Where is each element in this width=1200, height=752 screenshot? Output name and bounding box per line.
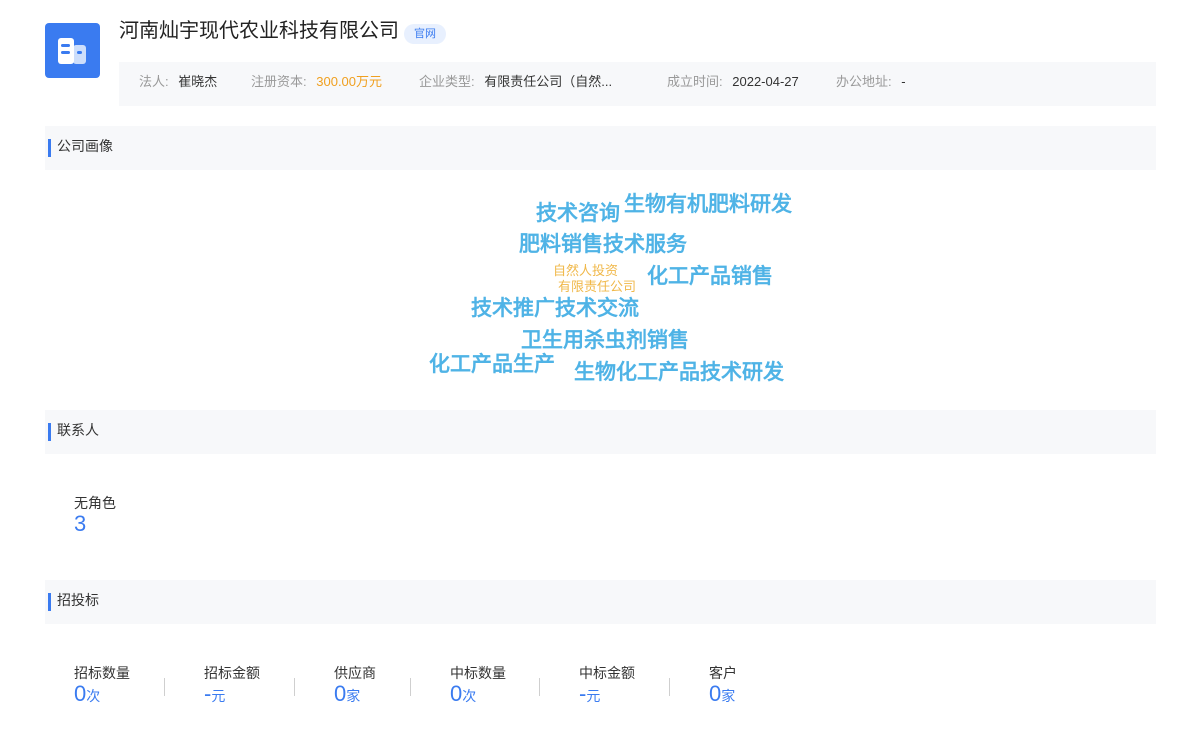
company-type: 企业类型: 有限责任公司（自然... xyxy=(419,62,612,106)
office-address: 办公地址: - xyxy=(836,62,906,106)
contacts-section-header: 联系人 xyxy=(45,410,1156,454)
tender-count-value[interactable]: 0次 xyxy=(74,683,100,705)
stat-unit: 次 xyxy=(462,688,477,704)
cloud-word[interactable]: 自然人投资 xyxy=(553,264,618,277)
stat-number: 0 xyxy=(74,681,87,706)
tender-amount-value[interactable]: -元 xyxy=(204,683,225,705)
company-name: 河南灿宇现代农业科技有限公司 xyxy=(119,20,399,42)
stat-unit: 家 xyxy=(346,688,361,704)
stat-unit: 元 xyxy=(211,688,226,704)
tender-count-label: 招标数量 xyxy=(74,665,130,681)
stat-divider xyxy=(164,678,165,696)
company-info-bar: 法人: 崔晓杰 注册资本: 300.00万元 企业类型: 有限责任公司（自然..… xyxy=(119,62,1156,106)
official-site-badge[interactable]: 官网 xyxy=(404,24,446,44)
bidding-section-title: 招投标 xyxy=(57,592,99,608)
bidding-section-header: 招投标 xyxy=(45,580,1156,624)
role-label: 无角色 xyxy=(74,495,116,511)
cloud-word[interactable]: 卫生用杀虫剂销售 xyxy=(521,330,689,351)
company-logo xyxy=(45,23,100,78)
legal-rep: 法人: 崔晓杰 xyxy=(139,62,217,106)
cloud-word[interactable]: 生物有机肥料研发 xyxy=(624,194,792,215)
section-accent-bar xyxy=(48,139,51,157)
stat-number: 0 xyxy=(334,681,347,706)
stat-unit: 家 xyxy=(721,688,736,704)
tender-amount-label: 招标金额 xyxy=(204,665,260,681)
stat-divider xyxy=(410,678,411,696)
role-count[interactable]: 3 xyxy=(74,513,86,535)
address-label: 办公地址: xyxy=(836,74,892,89)
capital-label: 注册资本: xyxy=(251,74,307,89)
portrait-section-header: 公司画像 xyxy=(45,126,1156,170)
registered-capital: 注册资本: 300.00万元 xyxy=(251,62,382,106)
stat-divider xyxy=(294,678,295,696)
section-accent-bar xyxy=(48,593,51,611)
cloud-word[interactable]: 化工产品销售 xyxy=(647,266,773,287)
capital-value: 300.00万元 xyxy=(316,74,383,89)
founded-label: 成立时间: xyxy=(667,74,723,89)
customer-value[interactable]: 0家 xyxy=(709,683,735,705)
cloud-word[interactable]: 化工产品生产 xyxy=(429,354,555,375)
customer-label: 客户 xyxy=(709,665,737,681)
company-type-label: 企业类型: xyxy=(419,74,475,89)
company-type-value: 有限责任公司（自然... xyxy=(484,74,613,89)
cloud-word[interactable]: 技术咨询 xyxy=(536,203,620,224)
contacts-section-title: 联系人 xyxy=(57,422,99,438)
win-count-value[interactable]: 0次 xyxy=(450,683,476,705)
building-icon xyxy=(58,38,86,64)
address-value: - xyxy=(901,74,906,89)
cloud-word[interactable]: 生物化工产品技术研发 xyxy=(574,362,784,383)
supplier-label: 供应商 xyxy=(334,665,376,681)
stat-number: 0 xyxy=(450,681,463,706)
cloud-word[interactable]: 有限责任公司 xyxy=(558,280,636,293)
stat-divider xyxy=(539,678,540,696)
stat-divider xyxy=(669,678,670,696)
cloud-word[interactable]: 技术推广技术交流 xyxy=(471,298,639,319)
stat-unit: 次 xyxy=(86,688,101,704)
supplier-value[interactable]: 0家 xyxy=(334,683,360,705)
stat-unit: 元 xyxy=(586,688,601,704)
legal-rep-value[interactable]: 崔晓杰 xyxy=(178,74,217,89)
stat-number: 0 xyxy=(709,681,722,706)
cloud-word[interactable]: 肥料销售技术服务 xyxy=(519,234,687,255)
legal-rep-label: 法人: xyxy=(139,74,169,89)
founded-date: 成立时间: 2022-04-27 xyxy=(667,62,799,106)
section-accent-bar xyxy=(48,423,51,441)
win-amount-label: 中标金额 xyxy=(579,665,635,681)
win-amount-value[interactable]: -元 xyxy=(579,683,600,705)
portrait-section-title: 公司画像 xyxy=(57,138,113,154)
founded-value: 2022-04-27 xyxy=(732,74,799,89)
win-count-label: 中标数量 xyxy=(450,665,506,681)
